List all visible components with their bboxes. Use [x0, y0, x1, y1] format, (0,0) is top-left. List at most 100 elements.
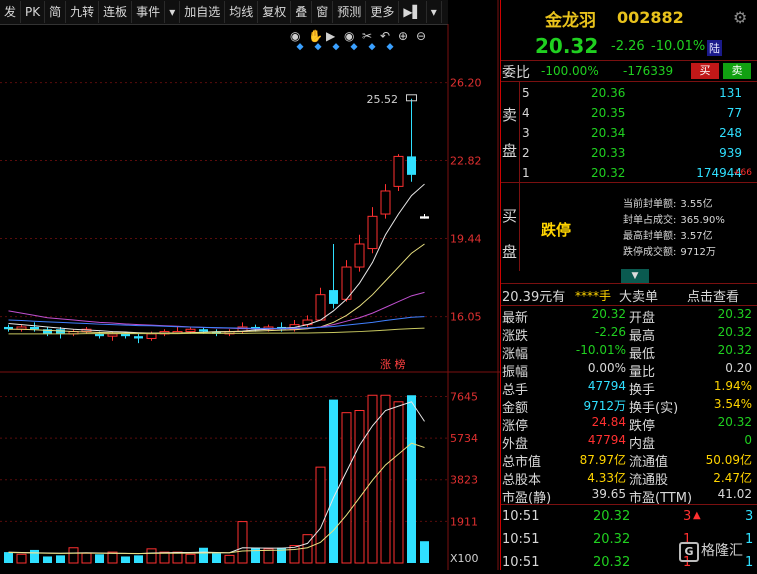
event-marker[interactable] [296, 43, 304, 51]
volume-bar-13[interactable] [172, 551, 183, 564]
collapse-toggle[interactable]: ▼ [621, 269, 649, 283]
sell-level-2[interactable]: 2 20.33 939 [521, 145, 757, 163]
volume-bar-11[interactable] [146, 548, 157, 564]
volume-bar-2[interactable] [30, 549, 39, 563]
volume-bar-18[interactable] [237, 521, 248, 564]
eye-icon[interactable]: ◉ [290, 29, 300, 43]
candle-29[interactable] [380, 184, 391, 219]
volume-bar-29[interactable] [380, 394, 391, 564]
level-number: 5 [522, 86, 530, 100]
volume-bar-6[interactable] [81, 552, 92, 564]
candle-28[interactable] [367, 207, 378, 254]
tick-time: 10:51 [502, 532, 540, 547]
level-price: 20.34 [591, 126, 626, 140]
volume-bar-3[interactable] [43, 556, 52, 563]
candle-24[interactable] [315, 287, 326, 321]
webi-diff: -176339 [623, 64, 674, 78]
volume-bar-32[interactable] [420, 541, 429, 563]
volume-bar-22[interactable] [289, 545, 300, 564]
sell-button[interactable]: 卖 [723, 63, 751, 79]
sell-level-4[interactable]: 4 20.35 77 [521, 105, 757, 123]
volume-bar-25[interactable] [329, 399, 338, 563]
candle-1[interactable] [16, 324, 27, 332]
buy-button[interactable]: 买 [691, 63, 719, 79]
volume-bar-7[interactable] [95, 554, 104, 563]
candle-0[interactable] [4, 324, 13, 332]
gear-icon[interactable]: ⚙ [733, 8, 747, 27]
sell-level-1[interactable]: 1 20.32 174944 +66 [521, 165, 757, 183]
volume-bar-24[interactable] [315, 466, 326, 564]
volume-bar-5[interactable] [68, 547, 79, 564]
event-marker[interactable] [314, 43, 322, 51]
level-price: 20.35 [591, 106, 626, 120]
volume-bar-26[interactable] [341, 412, 352, 564]
sell-level-5[interactable]: 5 20.36 131 [521, 85, 757, 103]
event-marker[interactable] [332, 43, 340, 51]
volume-bar-23[interactable] [302, 534, 313, 564]
zoom-in-icon[interactable]: ⊕ [398, 29, 408, 43]
volume-bar-16[interactable] [212, 553, 221, 563]
seal-stat-key: 最高封单额: [623, 231, 677, 242]
volume-bar-15[interactable] [199, 547, 208, 563]
tick-price: 20.32 [593, 555, 631, 570]
camera-icon[interactable]: ◉ [344, 29, 354, 43]
sell-side-label-b: 盘 [502, 142, 518, 160]
volume-bar-1[interactable] [16, 553, 27, 564]
volume-bar-27[interactable] [354, 410, 365, 564]
stat-value: 41.02 [717, 487, 752, 501]
chart-grid [0, 0, 500, 570]
stat-value: 47794 [587, 433, 626, 447]
watermark: G 格隆汇 [679, 540, 743, 562]
play-icon[interactable]: ▶ [326, 29, 336, 43]
stat-value: -2.26 [594, 325, 626, 339]
candle-27[interactable] [354, 234, 365, 272]
volume-bar-17[interactable] [224, 554, 235, 564]
volume-bar-31[interactable] [407, 395, 416, 563]
volume-bar-28[interactable] [367, 394, 378, 564]
volume-bar-9[interactable] [121, 556, 130, 563]
price-change-pct: -10.01% [651, 39, 706, 54]
volume-bar-30[interactable] [393, 401, 404, 564]
stat-row: 振幅 0.00% 量比 0.20 [501, 360, 757, 380]
event-marker[interactable] [386, 43, 394, 51]
stat-row: 最新 20.32 开盘 20.32 [501, 306, 757, 326]
scissors-icon[interactable]: ✂ [362, 29, 372, 43]
candle-30[interactable] [393, 154, 404, 191]
candle-25[interactable] [329, 243, 338, 309]
stat-value: 24.84 [591, 415, 626, 429]
candle-31[interactable] [407, 98, 416, 182]
volume-bar-10[interactable] [134, 555, 143, 563]
big-order-bar[interactable]: 20.39元有 ****手 大卖单 点击查看 [501, 285, 757, 305]
tick-time: 10:51 [502, 509, 540, 524]
webi-row: 委比 -100.00% -176339 买 卖 [501, 62, 757, 81]
candle-10[interactable] [134, 333, 143, 344]
volume-bar-20[interactable] [263, 548, 274, 564]
zoom-out-icon[interactable]: ⊖ [416, 29, 426, 43]
big-order-view-link[interactable]: 点击查看 [687, 286, 739, 305]
stat-row: 涨跌 -2.26 最高 20.32 [501, 324, 757, 344]
candle-16[interactable] [212, 329, 221, 337]
stat-value: 20.32 [717, 325, 752, 339]
volume-bar-14[interactable] [185, 553, 196, 564]
sell-level-3[interactable]: 3 20.34 248 [521, 125, 757, 143]
volume-bar-0[interactable] [4, 552, 13, 563]
candle-32[interactable] [420, 214, 429, 219]
candle-17[interactable] [224, 329, 235, 337]
volume-layer [4, 394, 429, 564]
peak-price-label: 25.52 [367, 93, 399, 106]
seal-stat-row: 当前封单额: 3.55亿 [623, 195, 757, 210]
volume-bar-4[interactable] [56, 555, 65, 563]
event-marker[interactable] [368, 43, 376, 51]
candle-3[interactable] [43, 326, 52, 337]
event-marker[interactable] [350, 43, 358, 51]
stat-value: 0 [744, 433, 752, 447]
stat-value: 20.32 [717, 307, 752, 321]
kline-chart[interactable]: ◉ ✋ ▶ ◉ ✂ ↶ ⊕ ⊖ 25.52 涨 榜 26.20 22.82 19.44 16.05 76… [0, 0, 500, 570]
big-order-type: 大卖单 [619, 290, 659, 305]
seal-stat-value: 365.90% [680, 215, 725, 226]
seal-stat-row: 封单占成交: 365.90% [623, 211, 757, 226]
chart-tool-icons: ◉ ✋ ▶ ◉ ✂ ↶ ⊕ ⊖ [290, 29, 426, 51]
hand-icon[interactable]: ✋ [308, 29, 323, 43]
undo-icon[interactable]: ↶ [380, 29, 390, 43]
candle-5[interactable] [68, 329, 79, 337]
